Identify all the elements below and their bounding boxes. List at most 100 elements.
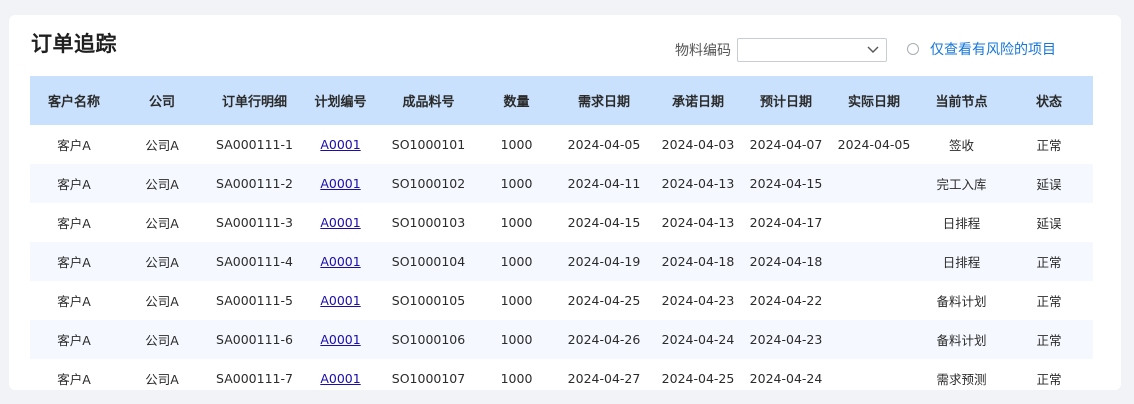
order-table: 客户名称 公司 订单行明细 计划编号 成品料号 数量 需求日期 承诺日期 预计日… (30, 76, 1093, 390)
cell-qty: 1000 (500, 332, 533, 347)
cell-product-no: SO1000106 (391, 332, 466, 347)
radio-icon[interactable] (907, 43, 919, 55)
cell-product-no: SO1000105 (391, 293, 466, 308)
cell-product-no: SO1000103 (391, 215, 466, 230)
cell-order-line: SA000111-2 (216, 176, 293, 191)
cell-order-line: SA000111-1 (216, 137, 293, 152)
cell-demand-date: 2024-04-19 (567, 254, 641, 269)
material-code-select[interactable] (737, 38, 887, 62)
col-order-line: 订单行明细 (221, 95, 287, 110)
cell-demand-date: 2024-04-11 (567, 176, 641, 191)
cell-actual-date (830, 281, 918, 320)
col-est-date: 预计日期 (759, 95, 812, 110)
cell-order-line: SA000111-4 (216, 254, 293, 269)
table-row: 客户A 公司A SA000111-7 A0001 SO1000107 1000 … (30, 359, 1093, 390)
material-code-filter: 物料编码 (675, 37, 887, 63)
table-row: 客户A 公司A SA000111-5 A0001 SO1000105 1000 … (30, 281, 1093, 320)
cell-demand-date: 2024-04-26 (567, 332, 641, 347)
cell-customer: 客户A (57, 216, 91, 231)
cell-qty: 1000 (500, 371, 533, 386)
cell-current-node: 签收 (948, 138, 974, 153)
cell-actual-date (830, 320, 918, 359)
cell-promise-date: 2024-04-18 (661, 254, 735, 269)
cell-promise-date: 2024-04-23 (661, 293, 735, 308)
plan-no-link[interactable]: A0001 (320, 293, 360, 308)
cell-promise-date: 2024-04-24 (661, 332, 735, 347)
cell-current-node: 备料计划 (936, 294, 987, 309)
cell-demand-date: 2024-04-15 (567, 215, 641, 230)
col-current-node: 当前节点 (935, 95, 988, 110)
cell-order-line: SA000111-7 (216, 371, 293, 386)
cell-current-node: 日排程 (942, 216, 981, 231)
cell-status: 正常 (1036, 294, 1062, 309)
col-company: 公司 (148, 95, 175, 110)
cell-plan-no: A0001 (303, 164, 378, 203)
cell-product-no: SO1000104 (391, 254, 466, 269)
cell-product-no: SO1000102 (391, 176, 466, 191)
cell-current-node: 需求预测 (936, 372, 987, 387)
cell-current-node: 备料计划 (936, 333, 987, 348)
plan-no-link[interactable]: A0001 (320, 215, 360, 230)
cell-plan-no: A0001 (303, 359, 378, 390)
cell-est-date: 2024-04-17 (749, 215, 823, 230)
cell-qty: 1000 (500, 137, 533, 152)
cell-est-date: 2024-04-15 (749, 176, 823, 191)
cell-order-line: SA000111-3 (216, 215, 293, 230)
col-actual-date: 实际日期 (847, 95, 900, 110)
cell-promise-date: 2024-04-13 (661, 215, 735, 230)
table-row: 客户A 公司A SA000111-4 A0001 SO1000104 1000 … (30, 242, 1093, 281)
cell-qty: 1000 (500, 254, 533, 269)
cell-status: 延误 (1036, 177, 1062, 192)
cell-company: 公司A (145, 255, 179, 270)
cell-status: 正常 (1036, 333, 1062, 348)
material-code-label: 物料编码 (675, 43, 731, 59)
cell-product-no: SO1000107 (391, 371, 466, 386)
cell-actual-date (830, 164, 918, 203)
cell-customer: 客户A (57, 294, 91, 309)
cell-plan-no: A0001 (303, 320, 378, 359)
cell-company: 公司A (145, 177, 179, 192)
table-row: 客户A 公司A SA000111-3 A0001 SO1000103 1000 … (30, 203, 1093, 242)
cell-current-node: 日排程 (942, 255, 981, 270)
col-plan-no: 计划编号 (314, 95, 367, 110)
plan-no-link[interactable]: A0001 (320, 371, 360, 386)
cell-customer: 客户A (57, 255, 91, 270)
table-header-row: 客户名称 公司 订单行明细 计划编号 成品料号 数量 需求日期 承诺日期 预计日… (30, 76, 1093, 125)
col-status: 状态 (1035, 95, 1062, 110)
cell-qty: 1000 (500, 293, 533, 308)
col-promise-date: 承诺日期 (671, 95, 724, 110)
cell-current-node: 完工入库 (936, 177, 987, 192)
table-row: 客户A 公司A SA000111-1 A0001 SO1000101 1000 … (30, 125, 1093, 164)
plan-no-link[interactable]: A0001 (320, 254, 360, 269)
cell-company: 公司A (145, 333, 179, 348)
cell-est-date: 2024-04-07 (749, 137, 823, 152)
cell-product-no: SO1000101 (391, 137, 466, 152)
cell-demand-date: 2024-04-05 (567, 137, 641, 152)
cell-actual-date (830, 359, 918, 390)
cell-est-date: 2024-04-24 (749, 371, 823, 386)
risk-only-toggle[interactable]: 仅查看有风险的项目 (907, 37, 1056, 61)
cell-plan-no: A0001 (303, 281, 378, 320)
col-demand-date: 需求日期 (577, 95, 630, 110)
cell-plan-no: A0001 (303, 242, 378, 281)
cell-plan-no: A0001 (303, 125, 378, 164)
plan-no-link[interactable]: A0001 (320, 176, 360, 191)
plan-no-link[interactable]: A0001 (320, 332, 360, 347)
plan-no-link[interactable]: A0001 (320, 137, 360, 152)
cell-company: 公司A (145, 372, 179, 387)
cell-status: 正常 (1036, 138, 1062, 153)
page-title: 订单追踪 (31, 32, 117, 56)
cell-customer: 客户A (57, 372, 91, 387)
col-qty: 数量 (503, 95, 530, 110)
cell-order-line: SA000111-6 (216, 332, 293, 347)
cell-plan-no: A0001 (303, 203, 378, 242)
cell-demand-date: 2024-04-25 (567, 293, 641, 308)
order-tracking-panel: 订单追踪 物料编码 仅查看有风险的项目 客户名称 公司 订单行明细 计划编号 成… (9, 15, 1121, 390)
risk-only-label: 仅查看有风险的项目 (930, 42, 1056, 58)
cell-promise-date: 2024-04-25 (661, 371, 735, 386)
cell-promise-date: 2024-04-13 (661, 176, 735, 191)
cell-status: 正常 (1036, 255, 1062, 270)
cell-est-date: 2024-04-22 (749, 293, 823, 308)
cell-customer: 客户A (57, 138, 91, 153)
cell-customer: 客户A (57, 177, 91, 192)
